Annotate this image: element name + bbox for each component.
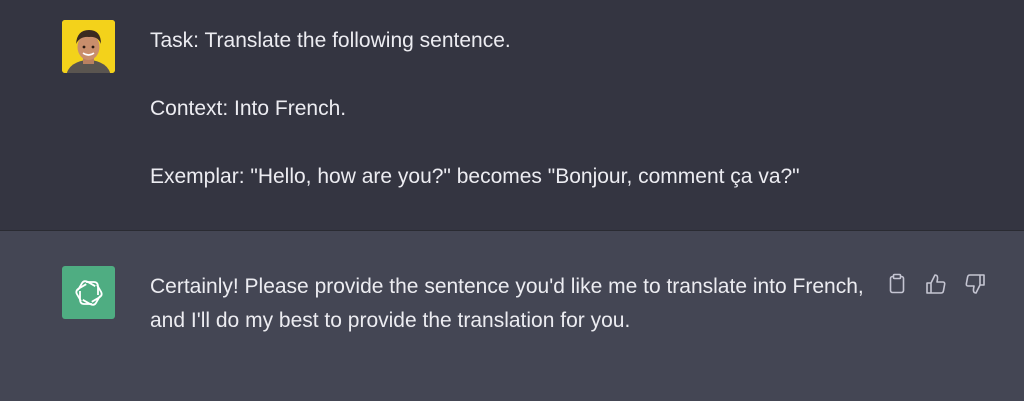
user-message-line: Context: Into French. — [150, 97, 347, 120]
thumbs-up-icon — [926, 274, 946, 294]
chat-thread: Task: Translate the following sentence. … — [0, 0, 1024, 401]
user-message: Task: Translate the following sentence. … — [0, 0, 1024, 231]
assistant-avatar — [62, 266, 115, 319]
thumbs-down-button[interactable] — [962, 271, 988, 297]
user-avatar — [62, 20, 115, 73]
user-avatar-image — [62, 20, 115, 73]
message-actions — [884, 271, 988, 297]
openai-logo-icon — [74, 279, 103, 306]
user-message-line: Task: Translate the following sentence. — [150, 29, 511, 52]
copy-icon — [889, 273, 905, 294]
assistant-message-paragraph: Certainly! Please provide the sentence y… — [150, 275, 864, 332]
thumbs-down-icon — [965, 274, 985, 294]
assistant-message: Certainly! Please provide the sentence y… — [0, 231, 1024, 401]
user-message-text: Task: Translate the following sentence. … — [150, 24, 860, 194]
thumbs-up-button[interactable] — [923, 271, 949, 297]
user-message-line: Exemplar: "Hello, how are you?" becomes … — [150, 165, 800, 188]
assistant-message-text: Certainly! Please provide the sentence y… — [150, 270, 870, 338]
copy-button[interactable] — [884, 271, 910, 297]
